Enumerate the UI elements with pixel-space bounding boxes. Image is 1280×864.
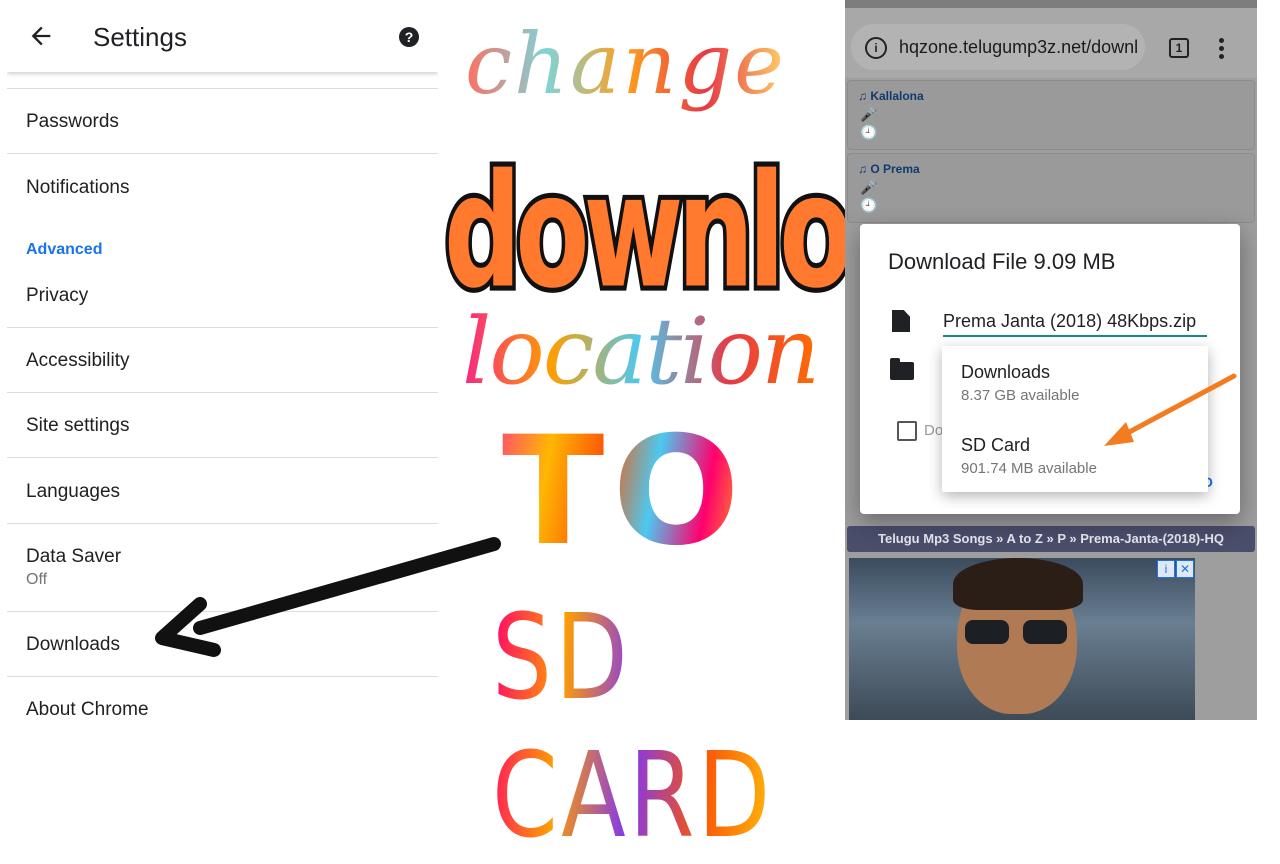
overlay-word-location: location	[462, 298, 820, 405]
page-title: Settings	[93, 22, 187, 52]
dialog-title: Download File 9.09 MB	[888, 249, 1116, 274]
settings-item-about-chrome[interactable]: About Chrome	[7, 677, 438, 720]
breadcrumb[interactable]: Telugu Mp3 Songs » A to Z » P » Prema-Ja…	[847, 526, 1255, 552]
settings-item-label: Data Saver	[26, 546, 122, 567]
settings-item-label: About Chrome	[26, 699, 149, 720]
checkbox-label: Do	[924, 422, 944, 439]
settings-item-passwords[interactable]: Passwords	[7, 89, 438, 154]
file-icon	[892, 310, 910, 332]
settings-toolbar: Settings ?	[7, 0, 438, 72]
overlay-title: change download location TO SD CARD	[440, 0, 996, 864]
song-item[interactable]: ♫ O Prema 🎤 🕘	[847, 153, 1255, 223]
overlay-word-change: change	[465, 15, 786, 113]
settings-item-site-settings[interactable]: Site settings	[7, 393, 438, 458]
ad-info-icon[interactable]: i	[1157, 560, 1175, 578]
filename-field[interactable]: Prema Janta (2018) 48Kbps.zip	[943, 311, 1207, 337]
ad-image[interactable]	[849, 558, 1195, 720]
song-name: ♫ O Prema	[858, 162, 920, 176]
settings-item-label: Site settings	[26, 415, 130, 436]
song-item[interactable]: ♫ Kallalona 🎤 🕘	[847, 80, 1255, 150]
settings-item-downloads[interactable]: Downloads	[7, 612, 438, 677]
settings-item-label: Notifications	[26, 177, 130, 198]
ad-close-icon[interactable]: ✕	[1176, 560, 1194, 578]
settings-screen: Settings ? Passwords Notifications Advan…	[7, 0, 438, 720]
settings-item-label: Downloads	[26, 634, 120, 655]
help-icon[interactable]: ?	[399, 27, 419, 47]
ad-sunglasses	[965, 620, 1069, 644]
option-title: Downloads	[961, 362, 1051, 382]
option-sub: 901.74 MB available	[961, 460, 1097, 477]
settings-item-label: Languages	[26, 481, 121, 502]
section-header-advanced: Advanced	[26, 241, 103, 258]
option-sd-card[interactable]: SD Card 901.74 MB available	[961, 435, 1097, 477]
dont-show-checkbox[interactable]	[897, 421, 917, 441]
site-info-icon[interactable]: i	[865, 37, 887, 59]
tab-switcher-icon[interactable]: 1	[1169, 38, 1189, 58]
option-downloads[interactable]: Downloads 8.37 GB available	[961, 362, 1079, 404]
settings-item-data-saver[interactable]: Data Saver Off	[7, 524, 438, 612]
mic-clock-icon: 🎤 🕘	[860, 106, 878, 140]
overlay-word-to: TO	[502, 405, 748, 579]
song-name: ♫ Kallalona	[858, 89, 924, 103]
settings-item-languages[interactable]: Languages	[7, 458, 438, 524]
settings-item-label: Passwords	[26, 111, 119, 132]
url-text: hqzone.telugump3z.net/downl	[899, 37, 1139, 57]
location-dropdown: Downloads 8.37 GB available SD Card 901.…	[942, 346, 1208, 492]
ad-hair	[953, 558, 1083, 610]
overlay-word-sd-card: SD CARD	[492, 588, 774, 864]
settings-item-label: Accessibility	[26, 350, 130, 371]
settings-item-label: Privacy	[26, 285, 89, 306]
status-bar	[845, 0, 1257, 8]
settings-item-accessibility[interactable]: Accessibility	[7, 328, 438, 393]
browser-toolbar: i hqzone.telugump3z.net/downl 1	[845, 8, 1257, 78]
menu-kebab-icon[interactable]	[1219, 38, 1225, 60]
url-bar[interactable]: i hqzone.telugump3z.net/downl	[851, 24, 1145, 70]
mic-clock-icon: 🎤 🕘	[860, 179, 878, 213]
option-title: SD Card	[961, 435, 1031, 455]
browser-screen: i hqzone.telugump3z.net/downl 1 ♫ Kallal…	[845, 0, 1257, 720]
option-sub: 8.37 GB available	[961, 387, 1080, 404]
folder-icon	[890, 358, 914, 380]
back-arrow-icon[interactable]	[27, 22, 55, 50]
settings-item-sublabel: Off	[26, 571, 48, 588]
settings-item-privacy[interactable]: Privacy	[7, 270, 438, 328]
settings-item-notifications[interactable]: Notifications	[7, 154, 438, 218]
